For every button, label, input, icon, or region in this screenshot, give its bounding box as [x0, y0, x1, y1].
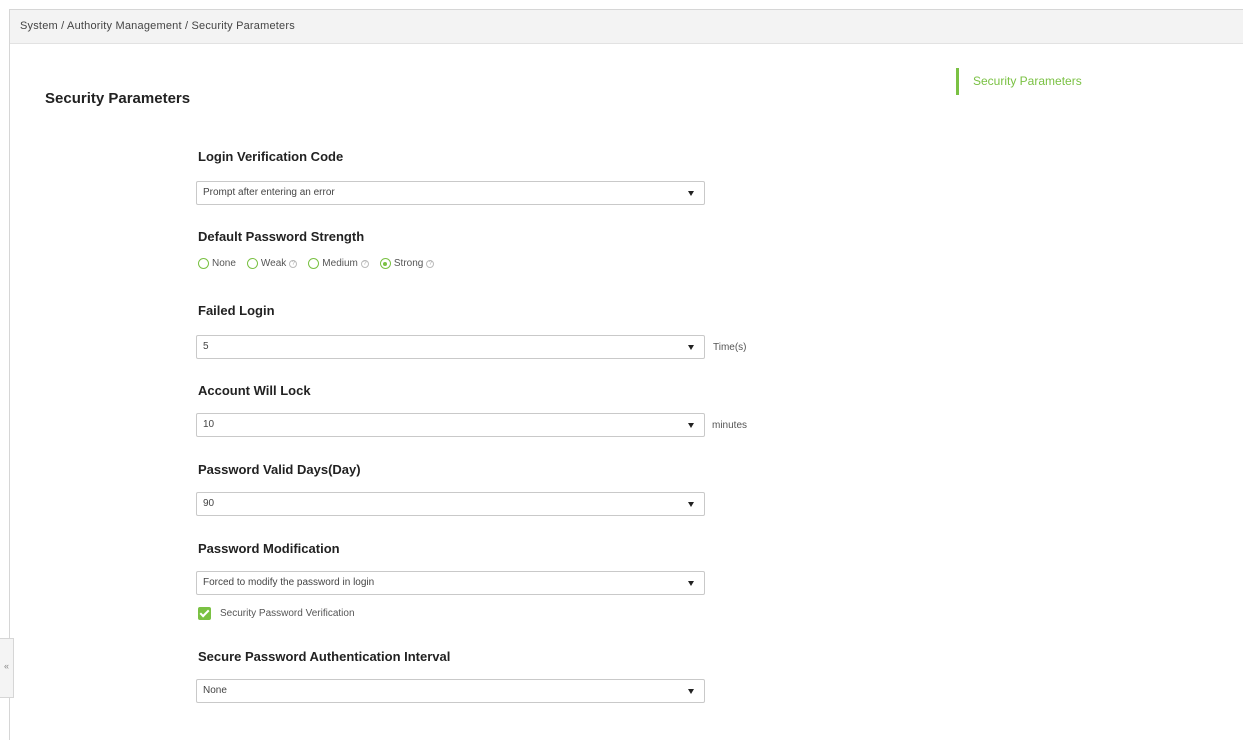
help-circle-icon[interactable]: ?: [426, 259, 435, 268]
radio-strong[interactable]: Strong ?: [379, 258, 435, 269]
account-will-lock-unit: minutes: [712, 420, 748, 431]
password-valid-days-value: 90: [203, 498, 215, 509]
chevron-down-icon: [688, 581, 694, 586]
password-modification-label: Password Modification: [198, 541, 340, 556]
radio-medium[interactable]: Medium ?: [308, 258, 369, 269]
security-password-verification-row: Security Password Verification: [198, 607, 355, 620]
help-circle-icon[interactable]: ?: [289, 259, 298, 268]
secure-password-interval-label: Secure Password Authentication Interval: [198, 649, 451, 664]
account-will-lock-label: Account Will Lock: [198, 383, 311, 398]
radio-none-label: None: [212, 258, 236, 269]
security-password-verification-label[interactable]: Security Password Verification: [220, 608, 355, 619]
secure-password-interval-select[interactable]: None: [196, 679, 705, 703]
secure-password-interval-value: None: [203, 685, 227, 696]
password-modification-value: Forced to modify the password in login: [203, 577, 375, 588]
help-circle-icon[interactable]: ?: [360, 259, 369, 268]
password-valid-days-select[interactable]: 90: [196, 492, 705, 516]
side-nav: Security Parameters: [956, 68, 1082, 95]
failed-login-unit: Time(s): [713, 342, 747, 353]
chevron-down-icon: [688, 191, 694, 196]
login-verification-code-value: Prompt after entering an error: [203, 187, 335, 198]
failed-login-value: 5: [203, 341, 209, 352]
account-will-lock-select[interactable]: 10: [196, 413, 705, 437]
security-password-verification-checkbox[interactable]: [198, 607, 211, 620]
failed-login-label: Failed Login: [198, 303, 275, 318]
page-title: Security Parameters: [45, 90, 191, 107]
account-will-lock-value: 10: [203, 419, 215, 430]
radio-weak-circle: [246, 258, 258, 269]
failed-login-select[interactable]: 5: [196, 335, 705, 359]
radio-weak-label: Weak: [260, 258, 287, 269]
chevron-down-icon: [688, 423, 694, 428]
default-password-strength-label: Default Password Strength: [198, 229, 365, 244]
radio-medium-label: Medium: [322, 258, 358, 269]
password-strength-radio-group: None Weak ? Medium ? Strong ?: [198, 258, 445, 269]
login-verification-code-select[interactable]: Prompt after entering an error: [196, 181, 705, 205]
page-frame: [9, 9, 1243, 740]
chevron-down-icon: [688, 502, 694, 507]
radio-none-circle: [198, 258, 209, 269]
radio-none[interactable]: None: [198, 258, 236, 269]
password-modification-select[interactable]: Forced to modify the password in login: [196, 571, 705, 595]
radio-weak[interactable]: Weak ?: [246, 258, 298, 269]
password-valid-days-label: Password Valid Days(Day): [198, 462, 361, 477]
breadcrumb: System / Authority Management / Security…: [20, 20, 295, 32]
login-verification-code-label: Login Verification Code: [198, 149, 344, 164]
radio-medium-circle: [308, 258, 320, 269]
sidebar-collapse-handle[interactable]: «: [0, 638, 14, 698]
collapse-left-icon: «: [4, 661, 10, 671]
radio-strong-circle-selected: [379, 258, 391, 269]
chevron-down-icon: [688, 689, 694, 694]
side-nav-item-security-parameters[interactable]: Security Parameters: [973, 68, 1082, 95]
radio-strong-label: Strong: [393, 258, 424, 269]
chevron-down-icon: [688, 345, 694, 350]
